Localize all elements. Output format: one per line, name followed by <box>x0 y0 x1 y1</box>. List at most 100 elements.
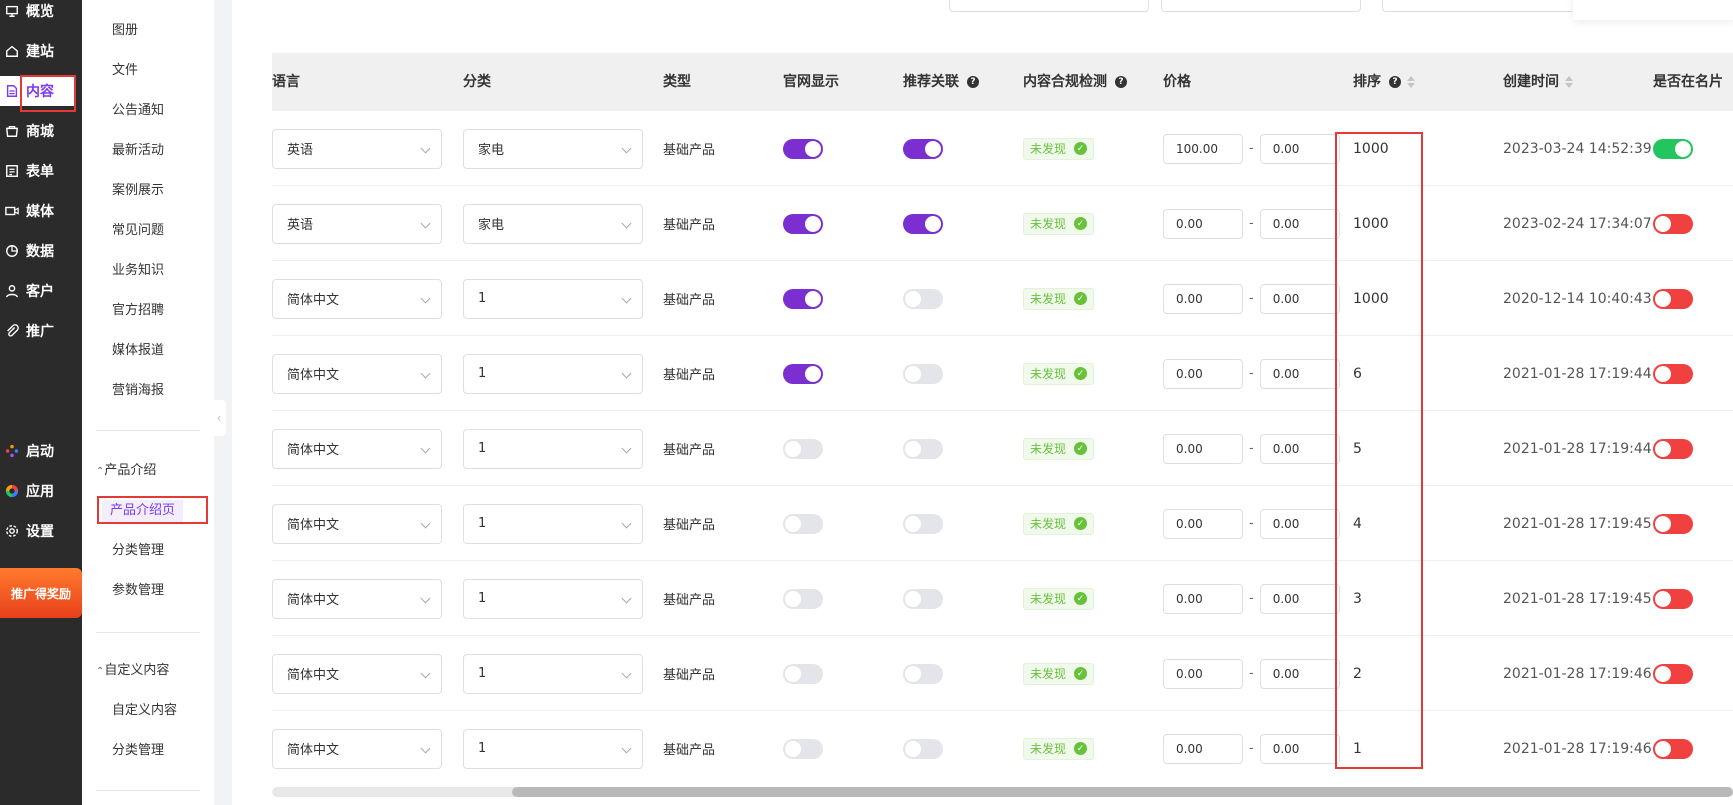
nav-item-overview[interactable]: 概览 <box>0 0 82 26</box>
sort-value[interactable]: 1000 <box>1353 291 1389 307</box>
in-card-toggle[interactable] <box>1653 588 1693 609</box>
sort-value[interactable]: 1000 <box>1353 216 1389 232</box>
submenu-item[interactable]: 自定义内容 <box>112 700 177 722</box>
site-show-toggle[interactable] <box>783 663 823 684</box>
price-max-input[interactable]: 0.00 <box>1259 658 1340 689</box>
language-select[interactable]: 简体中文 <box>272 503 442 544</box>
price-max-input[interactable]: 0.00 <box>1259 508 1340 539</box>
sort-value[interactable]: 1000 <box>1353 141 1389 157</box>
submenu-item[interactable]: 公告通知 <box>112 100 164 122</box>
category-select[interactable]: 1 <box>463 278 643 319</box>
recommend-toggle[interactable] <box>903 363 943 384</box>
nav-item-shop[interactable]: 商城 <box>0 116 82 146</box>
price-min-input[interactable]: 0.00 <box>1163 733 1243 764</box>
price-max-input[interactable]: 0.00 <box>1259 208 1340 239</box>
site-show-toggle[interactable] <box>783 738 823 759</box>
language-select[interactable]: 简体中文 <box>272 353 442 394</box>
price-max-input[interactable]: 0.00 <box>1259 283 1340 314</box>
category-select[interactable]: 1 <box>463 653 643 694</box>
submenu-item[interactable]: 分类管理 <box>112 740 164 762</box>
sort-value[interactable]: 1 <box>1353 741 1362 757</box>
sort-value[interactable]: 3 <box>1353 591 1362 607</box>
recommend-toggle[interactable] <box>903 288 943 309</box>
category-select[interactable]: 1 <box>463 428 643 469</box>
recommend-toggle[interactable] <box>903 438 943 459</box>
submenu-item[interactable]: 参数管理 <box>112 580 164 602</box>
nav-item-apps[interactable]: 应用 <box>0 476 82 506</box>
sort-value[interactable]: 2 <box>1353 666 1362 682</box>
recommend-toggle[interactable] <box>903 738 943 759</box>
price-min-input[interactable]: 0.00 <box>1163 583 1243 614</box>
site-show-toggle[interactable] <box>783 588 823 609</box>
price-min-input[interactable]: 0.00 <box>1163 433 1243 464</box>
nav-item-launch[interactable]: 启动 <box>0 436 82 466</box>
sort-value[interactable]: 4 <box>1353 516 1362 532</box>
submenu-item[interactable]: 最新活动 <box>112 140 164 162</box>
nav-item-form[interactable]: 表单 <box>0 156 82 186</box>
submenu-item[interactable]: 官方招聘 <box>112 300 164 322</box>
category-select[interactable]: 1 <box>463 728 643 769</box>
in-card-toggle[interactable] <box>1653 138 1693 159</box>
help-icon[interactable]: ? <box>1115 76 1127 88</box>
nav-item-media[interactable]: 媒体 <box>0 196 82 226</box>
price-min-input[interactable]: 100.00 <box>1163 133 1243 164</box>
in-card-toggle[interactable] <box>1653 363 1693 384</box>
nav-item-site[interactable]: 建站 <box>0 36 82 66</box>
price-max-input[interactable]: 0.00 <box>1259 358 1340 389</box>
col-header-created[interactable]: 创建时间 <box>1503 53 1573 111</box>
help-icon[interactable]: ? <box>1389 76 1401 88</box>
recommend-toggle[interactable] <box>903 213 943 234</box>
nav-item-customer[interactable]: 客户 <box>0 276 82 306</box>
price-max-input[interactable]: 0.00 <box>1259 433 1340 464</box>
site-show-toggle[interactable] <box>783 438 823 459</box>
language-select[interactable]: 英语 <box>272 128 442 169</box>
collapse-submenu-button[interactable]: ‹ <box>212 400 226 436</box>
submenu-group-custom[interactable]: ⌃自定义内容 <box>96 660 169 682</box>
submenu-item[interactable]: 媒体报道 <box>112 340 164 362</box>
sort-value[interactable]: 5 <box>1353 441 1362 457</box>
price-max-input[interactable]: 0.00 <box>1259 583 1340 614</box>
scrollbar-thumb[interactable] <box>512 787 1733 797</box>
in-card-toggle[interactable] <box>1653 288 1693 309</box>
site-show-toggle[interactable] <box>783 288 823 309</box>
in-card-toggle[interactable] <box>1653 438 1693 459</box>
language-select[interactable]: 简体中文 <box>272 578 442 619</box>
price-min-input[interactable]: 0.00 <box>1163 208 1243 239</box>
category-select[interactable]: 家电 <box>463 203 643 244</box>
category-select[interactable]: 1 <box>463 503 643 544</box>
language-select[interactable]: 简体中文 <box>272 728 442 769</box>
submenu-item[interactable]: 业务知识 <box>112 260 164 282</box>
submenu-group-product[interactable]: ⌃产品介绍 <box>96 460 156 482</box>
price-max-input[interactable]: 0.00 <box>1259 733 1340 764</box>
submenu-item[interactable]: 图册 <box>112 20 138 42</box>
filter-input[interactable] <box>1161 0 1361 12</box>
sort-value[interactable]: 6 <box>1353 366 1362 382</box>
help-icon[interactable]: ? <box>967 76 979 88</box>
in-card-toggle[interactable] <box>1653 663 1693 684</box>
col-header-sort[interactable]: 排序? <box>1353 53 1415 111</box>
in-card-toggle[interactable] <box>1653 213 1693 234</box>
site-show-toggle[interactable] <box>783 363 823 384</box>
sort-caret-icon[interactable] <box>1407 76 1415 88</box>
in-card-toggle[interactable] <box>1653 738 1693 759</box>
in-card-toggle[interactable] <box>1653 513 1693 534</box>
nav-item-content[interactable]: 内容 <box>0 76 74 106</box>
category-select[interactable]: 1 <box>463 578 643 619</box>
language-select[interactable]: 简体中文 <box>272 653 442 694</box>
recommend-toggle[interactable] <box>903 513 943 534</box>
site-show-toggle[interactable] <box>783 213 823 234</box>
recommend-toggle[interactable] <box>903 588 943 609</box>
language-select[interactable]: 英语 <box>272 203 442 244</box>
submenu-item[interactable]: 分类管理 <box>112 540 164 562</box>
price-min-input[interactable]: 0.00 <box>1163 508 1243 539</box>
site-show-toggle[interactable] <box>783 513 823 534</box>
price-max-input[interactable]: 0.00 <box>1259 133 1340 164</box>
filter-input[interactable] <box>949 0 1149 12</box>
category-select[interactable]: 家电 <box>463 128 643 169</box>
nav-item-promote[interactable]: 推广 <box>0 316 82 346</box>
submenu-item[interactable]: 常见问题 <box>112 220 164 242</box>
promo-reward-banner[interactable]: 推广得奖励 <box>0 568 82 618</box>
language-select[interactable]: 简体中文 <box>272 278 442 319</box>
price-min-input[interactable]: 0.00 <box>1163 658 1243 689</box>
horizontal-scrollbar[interactable] <box>272 787 1733 797</box>
